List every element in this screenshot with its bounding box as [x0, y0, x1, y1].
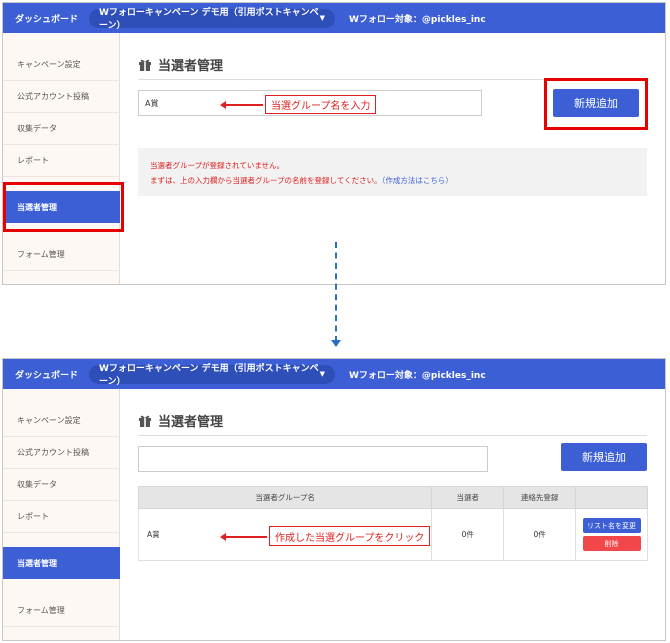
actions-cell: リスト名を変更 削除 [575, 508, 648, 561]
chevron-down-icon: ▼ [319, 14, 325, 22]
main-content: 当選者管理 新規追加 当選者グループ名 当選者 連絡先登録 A賞 0件 0件 リ… [121, 389, 665, 640]
top-nav-bar: ダッシュボード Wフォローキャンペーン デモ用（引用ポストキャンペーン） ▼ W… [3, 359, 665, 389]
sidebar-item-report[interactable]: レポート [3, 145, 120, 177]
follow-target-label: Wフォロー対象：@pickles_inc [349, 14, 486, 25]
sidebar-item-collected-data[interactable]: 収集データ [3, 113, 120, 145]
gift-icon [139, 415, 151, 427]
top-nav-bar: ダッシュボード Wフォローキャンペーン デモ用（引用ポストキャンペーン） ▼ W… [3, 3, 665, 33]
rename-list-button[interactable]: リスト名を変更 [582, 518, 641, 533]
campaign-select[interactable]: Wフォローキャンペーン デモ用（引用ポストキャンペーン） ▼ [89, 364, 335, 387]
sidebar-item-official-posts[interactable]: 公式アカウント投稿 [3, 81, 120, 113]
sidebar: キャンペーン設定 公式アカウント投稿 収集データ レポート 当選者管理 フォーム… [3, 389, 120, 640]
follow-target-label: Wフォロー対象：@pickles_inc [349, 370, 486, 381]
sidebar-item-campaign-settings[interactable]: キャンペーン設定 [3, 405, 120, 437]
gift-icon [139, 59, 151, 71]
sidebar-item-winner-management[interactable]: 当選者管理 [3, 547, 120, 579]
add-new-button[interactable]: 新規追加 [561, 443, 647, 471]
header-winners: 当選者 [431, 486, 505, 509]
page-title: 当選者管理 [138, 55, 223, 74]
annotation-arrow [220, 101, 263, 108]
notice-line-2: まずは、上の入力欄から当選者グループの名前を登録してください。（作成方法はこちら… [150, 176, 453, 185]
annotation-arrow [220, 533, 267, 540]
group-name-input[interactable] [138, 446, 488, 472]
main-content: 当選者管理 新規追加 当選者グループが登録されていません。 まずは、上の入力欄か… [121, 33, 665, 284]
contact-count-cell: 0件 [503, 508, 577, 561]
dashboard-link[interactable]: ダッシュボード [15, 368, 89, 381]
how-to-link[interactable]: （作成方法はこちら） [382, 176, 453, 185]
table-header-row: 当選者グループ名 当選者 連絡先登録 [137, 486, 648, 509]
sidebar-item-form-management[interactable]: フォーム管理 [3, 595, 120, 627]
sidebar-item-official-posts[interactable]: 公式アカウント投稿 [3, 437, 120, 469]
sidebar-item-report[interactable]: レポート [3, 501, 120, 533]
header-group-name: 当選者グループ名 [137, 486, 433, 509]
delete-button[interactable]: 削除 [582, 536, 641, 551]
arrow-down-icon [331, 340, 341, 347]
screenshot-step-2: ダッシュボード Wフォローキャンペーン デモ用（引用ポストキャンペーン） ▼ W… [2, 358, 666, 641]
notice-line-1: 当選者グループが登録されていません。 [150, 161, 285, 170]
annotation-callout: 当選グループ名を入力 [265, 95, 377, 114]
chevron-down-icon: ▼ [319, 370, 325, 378]
flow-connector [335, 242, 337, 342]
campaign-select[interactable]: Wフォローキャンペーン デモ用（引用ポストキャンペーン） ▼ [89, 8, 335, 31]
campaign-select-value: Wフォローキャンペーン デモ用（引用ポストキャンペーン） [99, 8, 319, 31]
title-divider [138, 435, 647, 436]
header-contact-registration: 連絡先登録 [503, 486, 577, 509]
sidebar: キャンペーン設定 公式アカウント投稿 収集データ レポート 当選者管理 フォーム… [3, 33, 120, 284]
highlight-add-button [544, 78, 648, 130]
highlight-sidebar-item [3, 182, 124, 232]
winner-group-table: 当選者グループ名 当選者 連絡先登録 A賞 0件 0件 リスト名を変更 削除 [137, 486, 648, 561]
campaign-select-value: Wフォローキャンペーン デモ用（引用ポストキャンペーン） [99, 364, 319, 387]
empty-notice: 当選者グループが登録されていません。 まずは、上の入力欄から当選者グループの名前… [138, 148, 647, 196]
annotation-callout: 作成した当選グループをクリック [269, 526, 431, 546]
page-title: 当選者管理 [138, 411, 223, 430]
sidebar-item-collected-data[interactable]: 収集データ [3, 469, 120, 501]
winner-count-cell: 0件 [431, 508, 505, 561]
sidebar-item-campaign-settings[interactable]: キャンペーン設定 [3, 49, 120, 81]
header-actions [575, 486, 648, 509]
dashboard-link[interactable]: ダッシュボード [15, 12, 89, 25]
screenshot-step-1: ダッシュボード Wフォローキャンペーン デモ用（引用ポストキャンペーン） ▼ W… [2, 2, 666, 285]
sidebar-item-form-management[interactable]: フォーム管理 [3, 239, 120, 271]
